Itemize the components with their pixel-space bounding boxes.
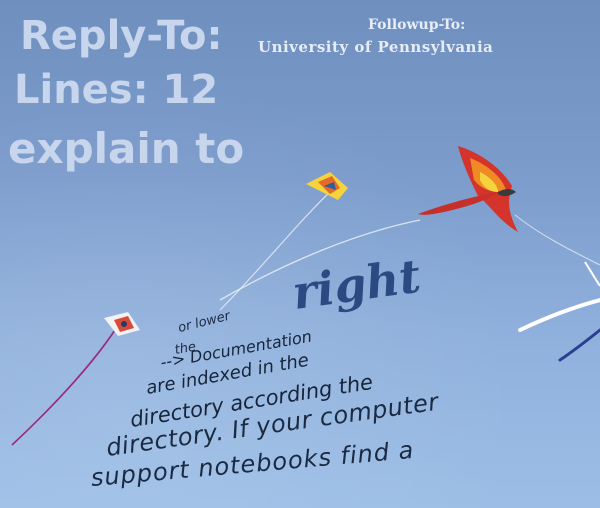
bird-kite <box>418 146 518 232</box>
kite-string <box>11 329 116 446</box>
yellow-kite <box>306 172 348 200</box>
university-text: University of Pennsylvania <box>258 38 494 56</box>
reply-to-text: Reply-To: <box>20 13 223 59</box>
kite-string <box>514 214 600 266</box>
explain-text: explain to <box>8 124 245 173</box>
followup-to-text: Followup-To: <box>368 17 466 33</box>
photo-collage: { "overlay_text": { "reply_to": "Reply-T… <box>0 0 600 508</box>
kite-streamers-right <box>518 261 600 362</box>
small-kite-left <box>104 312 140 336</box>
lines-count-text: Lines: 12 <box>14 67 219 113</box>
